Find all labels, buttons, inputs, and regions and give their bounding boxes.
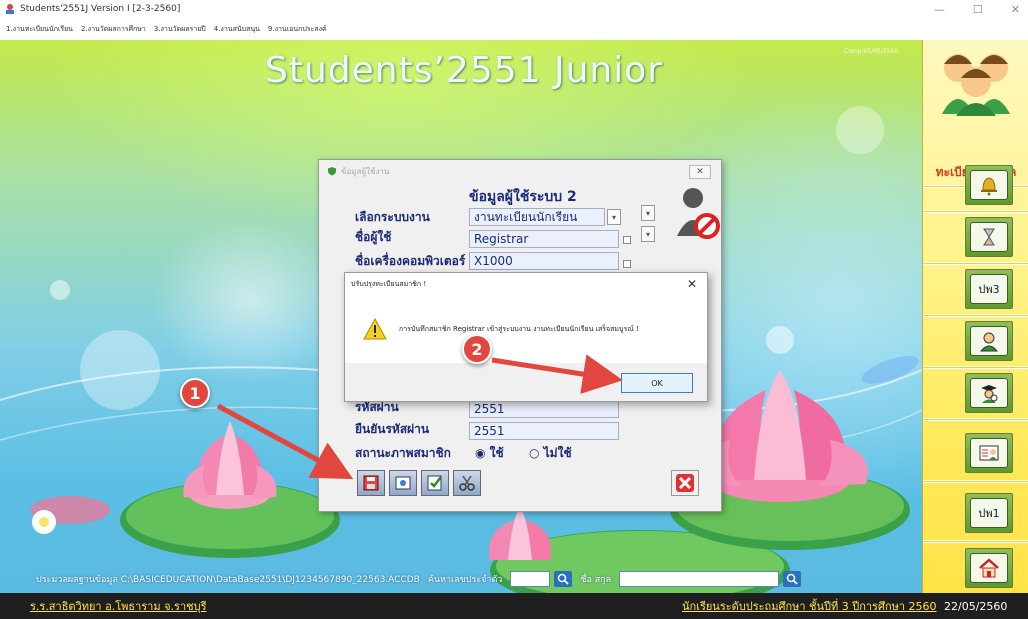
menu-item-annual-evaluation[interactable]: 3.งานวัดผลรายปี <box>154 24 206 35</box>
sidebar-button-id-card[interactable] <box>965 433 1013 473</box>
status-date: 22/05/2560 <box>944 599 1008 613</box>
maximize-button[interactable]: ☐ <box>973 3 983 16</box>
computer-name-label: ชื่อเครื่องคอมพิวเตอร์ <box>355 254 466 268</box>
app-icon <box>6 4 14 14</box>
minimize-button[interactable]: — <box>934 3 945 16</box>
password-field[interactable]: 2551 <box>469 400 619 418</box>
save-icon <box>363 475 379 491</box>
computer-date-label: Comp:05/05/2560 <box>844 48 899 55</box>
page-title: Students’2551 Junior <box>265 50 664 91</box>
message-box-body: การบันทึกสมาชิก Registrar เข้าสู่ระบบงาน… <box>345 295 707 363</box>
update-member-message-box: ปรับปรุงทะเบียนสมาชิก ! ✕ การบันทึกสมาชิ… <box>344 272 708 402</box>
member-status-label: สถานะภาพสมาชิก <box>355 446 451 460</box>
sidebar-button-student[interactable] <box>965 321 1013 361</box>
sidebar-button-pw1[interactable]: ปพ1 <box>965 493 1013 533</box>
username-dropdown-button[interactable]: ▾ <box>641 226 655 242</box>
graduate-search-icon <box>970 378 1008 408</box>
sidebar-button-bell[interactable] <box>965 165 1013 205</box>
search-name-icon[interactable] <box>783 571 802 587</box>
menu-item-registration[interactable]: 1.งานทะเบียนนักเรียน <box>6 24 73 35</box>
status-active-radio[interactable]: ◉ ใช้ <box>475 444 504 463</box>
user-dialog-heading: ข้อมูลผู้ใช้ระบบ 2 <box>469 189 577 205</box>
home-icon <box>970 553 1008 583</box>
system-dropdown-button-2[interactable]: ▾ <box>641 205 655 221</box>
close-window-button[interactable]: ✕ <box>1011 3 1020 16</box>
status-bar: ร.ร.สาธิตวิทยา อ.โพธาราม จ.ราชบุรี นักเร… <box>0 593 1028 619</box>
computer-name-field[interactable]: X1000 <box>469 252 619 270</box>
view-button[interactable] <box>389 470 417 496</box>
id-card-icon <box>970 438 1008 468</box>
student-id-label: ค้นหาเลขประจำตัว <box>427 575 503 585</box>
sidebar-button-pw3[interactable]: ปพ3 <box>965 269 1013 309</box>
search-id-icon[interactable] <box>554 571 573 587</box>
message-text: การบันทึกสมาชิก Registrar เข้าสู่ระบบงาน… <box>399 324 639 333</box>
warning-icon <box>363 318 387 340</box>
sidebar-button-hourglass[interactable] <box>965 217 1013 257</box>
name-search-label: ชื่อ สกุล <box>580 575 612 585</box>
system-dropdown-button[interactable]: ▾ <box>607 209 621 225</box>
confirm-password-field[interactable]: 2551 <box>469 422 619 440</box>
bell-icon <box>970 170 1008 200</box>
cut-button[interactable] <box>453 470 481 496</box>
document-pw1-icon: ปพ1 <box>970 498 1008 528</box>
save-button[interactable] <box>357 470 385 496</box>
username-field[interactable]: Registrar <box>469 230 619 248</box>
window-title: Students'2551J Version I [2-3-2560] <box>20 4 181 14</box>
users-group-icon <box>942 54 1010 116</box>
red-x-icon <box>676 474 694 492</box>
hourglass-icon <box>970 222 1008 252</box>
message-box-close-button[interactable]: ✕ <box>687 277 697 291</box>
menu-item-support[interactable]: 4.งานสนับสนุน <box>214 24 260 35</box>
user-dialog-close-button[interactable]: ✕ <box>689 165 711 179</box>
edit-button[interactable] <box>421 470 449 496</box>
school-name: ร.ร.สาธิตวิทยา อ.โพธาราม จ.ราชบุรี <box>30 600 207 613</box>
message-box-title: ปรับปรุงทะเบียนสมาชิก ! <box>351 279 427 288</box>
step-2-badge: 2 <box>462 334 492 364</box>
database-path: ประมวลผลฐานข้อมูล C:\BASICEDUCATION\Data… <box>36 575 420 585</box>
class-level: นักเรียนระดับประถมศึกษา ชั้นปีที่ 3 ปีกา… <box>682 600 937 613</box>
confirm-password-label: ยืนยันรหัสผ่าน <box>355 422 430 436</box>
edit-icon <box>427 475 442 491</box>
menu-item-evaluation[interactable]: 2.งานวัดผลการศึกษา <box>81 24 146 35</box>
student-icon <box>970 326 1008 356</box>
window-titlebar: Students'2551J Version I [2-3-2560] — ☐ … <box>0 0 1028 18</box>
user-dialog-title: ข้อมูลผู้ใช้งาน <box>341 166 390 176</box>
system-select[interactable]: งานทะเบียนนักเรียน <box>469 208 605 226</box>
menu-item-utilities[interactable]: 9.งานเอนกประสงค์ <box>268 24 327 35</box>
ok-button[interactable]: OK <box>621 373 693 393</box>
user-blocked-icon <box>677 188 720 239</box>
delete-button[interactable] <box>671 470 699 496</box>
scissors-icon <box>459 475 475 491</box>
sidebar-button-graduate-search[interactable] <box>965 373 1013 413</box>
right-sidebar: ทะเบียน&วัดผล ปพ3 ปพ1 <box>922 40 1028 593</box>
student-id-input[interactable] <box>510 571 551 587</box>
username-checkbox[interactable] <box>623 236 631 244</box>
document-pw3-icon: ปพ3 <box>970 274 1008 304</box>
name-search-input[interactable] <box>619 571 780 587</box>
view-icon <box>395 476 411 490</box>
status-inactive-radio[interactable]: ○ ไม่ใช้ <box>529 444 572 463</box>
computer-name-checkbox[interactable] <box>623 260 631 268</box>
system-label: เลือกระบบงาน <box>355 210 430 224</box>
user-dialog-titlebar: ข้อมูลผู้ใช้งาน <box>319 160 721 182</box>
username-label: ชื่อผู้ใช้ <box>355 230 392 244</box>
bottom-search-bar: ประมวลผลฐานข้อมูล C:\BASICEDUCATION\Data… <box>0 565 922 593</box>
sidebar-button-home[interactable] <box>965 548 1013 588</box>
menu-bar: 1.งานทะเบียนนักเรียน 2.งานวัดผลการศึกษา … <box>0 18 1028 40</box>
shield-icon <box>328 167 336 176</box>
step-1-badge: 1 <box>180 378 210 408</box>
